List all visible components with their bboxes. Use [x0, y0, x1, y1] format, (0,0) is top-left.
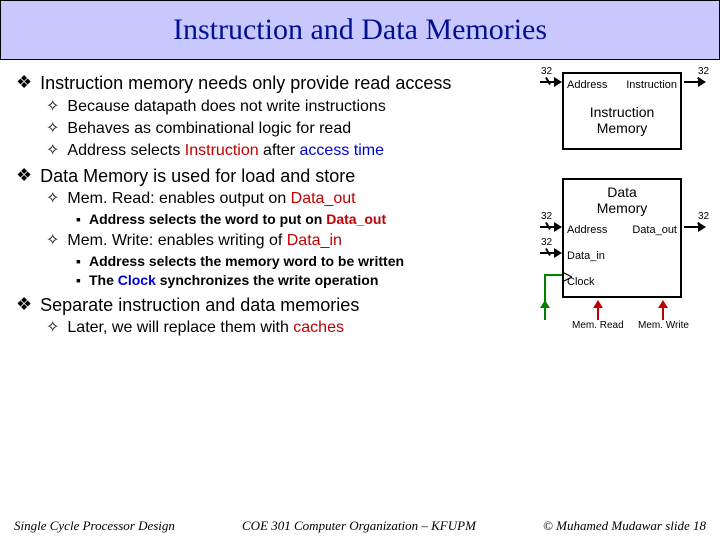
bus-width: 32 [698, 66, 709, 77]
clock-wire [544, 274, 546, 318]
arrow-right-icon [684, 222, 706, 232]
footer: Single Cycle Processor Design COE 301 Co… [0, 518, 720, 534]
square-icon [76, 253, 81, 270]
diamond-open-icon [46, 189, 59, 208]
port-label: Address [567, 79, 607, 91]
arrow-right-icon [540, 77, 562, 87]
signal-label: Mem. Write [638, 320, 689, 331]
text: Mem. Write: enables writing of Data_in [67, 231, 342, 251]
port-label: Instruction [626, 79, 677, 91]
diamond-icon [16, 294, 32, 316]
instruction-memory-box: Address Instruction Instruction Memory [562, 72, 682, 150]
text: Later, we will replace them with caches [67, 318, 344, 338]
diamond-open-icon [46, 318, 59, 337]
arrow-up-icon [658, 300, 668, 320]
diagram-area: Address Instruction Instruction Memory 3… [538, 72, 716, 298]
footer-left: Single Cycle Processor Design [14, 518, 175, 534]
signal-label: Mem. Read [572, 320, 624, 331]
footer-right: © Muhamed Mudawar slide 18 [543, 518, 706, 534]
text: Address selects the memory word to be wr… [89, 253, 404, 271]
diamond-open-icon [46, 97, 59, 116]
port-label: Data_out [632, 224, 677, 236]
text: Data Memory is used for load and store [40, 165, 355, 188]
arrow-right-icon [540, 222, 562, 232]
diamond-icon [16, 165, 32, 187]
box-title: Data Memory [564, 180, 680, 216]
title-bar: Instruction and Data Memories [0, 0, 720, 60]
port-label: Data_in [567, 250, 605, 262]
text: Address selects the word to put on Data_… [89, 211, 386, 229]
text: Mem. Read: enables output on Data_out [67, 189, 355, 209]
bus-width: 32 [698, 211, 709, 222]
footer-center: COE 301 Computer Organization – KFUPM [242, 518, 476, 534]
text: Instruction memory needs only provide re… [40, 72, 451, 95]
square-icon [76, 272, 81, 289]
arrow-right-icon [684, 77, 706, 87]
clock-wire [545, 274, 562, 276]
square-icon [76, 211, 81, 228]
diamond-icon [16, 72, 32, 94]
text: Address selects Instruction after access… [67, 141, 384, 161]
clock-triangle-icon [562, 272, 572, 282]
text: Because datapath does not write instruct… [67, 97, 385, 117]
diamond-open-icon [46, 231, 59, 250]
text: Separate instruction and data memories [40, 294, 359, 317]
text: The Clock synchronizes the write operati… [89, 272, 378, 290]
bus-width: 32 [541, 237, 552, 248]
text: Behaves as combinational logic for read [67, 119, 351, 139]
box-title: Instruction Memory [564, 104, 680, 136]
diamond-open-icon [46, 141, 59, 160]
port-label: Address [567, 224, 607, 236]
diamond-open-icon [46, 119, 59, 138]
slide-title: Instruction and Data Memories [173, 13, 547, 47]
arrow-right-icon [540, 248, 562, 258]
arrow-up-icon [593, 300, 603, 320]
bus-width: 32 [541, 211, 552, 222]
data-memory-box: Data Memory Address Data_out Data_in Clo… [562, 178, 682, 298]
bus-width: 32 [541, 66, 552, 77]
